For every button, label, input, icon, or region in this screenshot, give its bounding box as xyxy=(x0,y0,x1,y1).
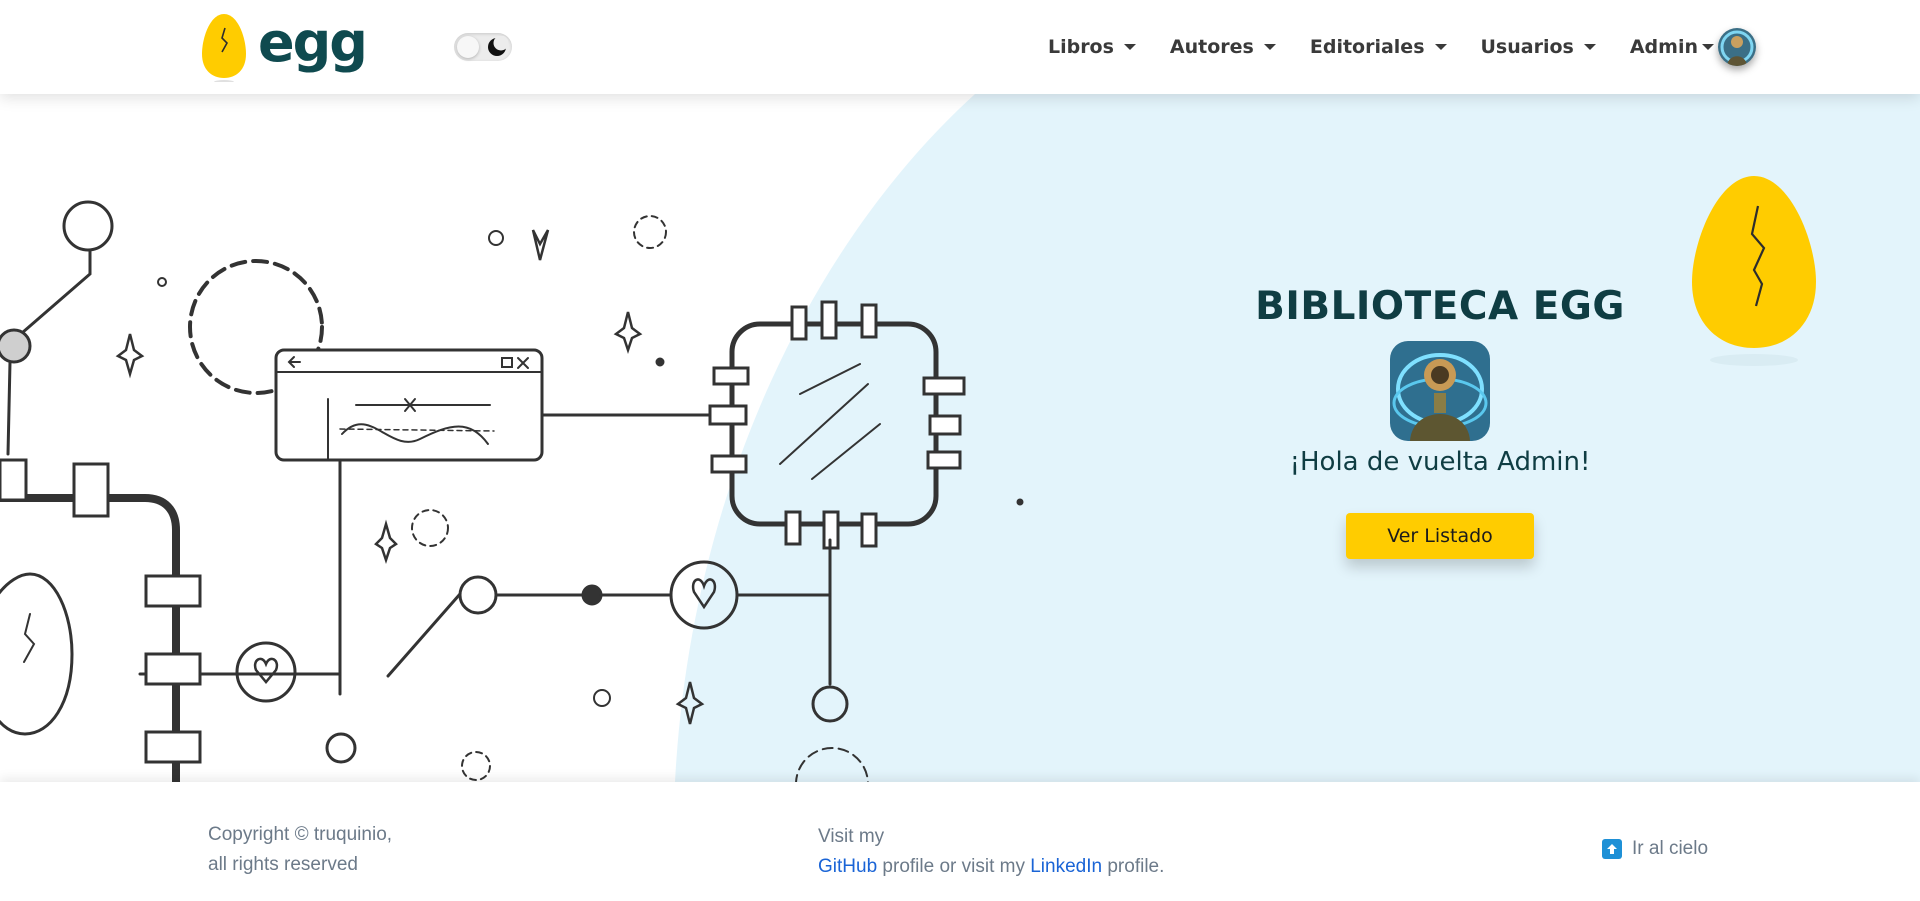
brand-logo[interactable]: egg xyxy=(200,10,368,84)
hero-content: BIBLIOTECA EGG ¡Hola de vuelta Admin! Ve… xyxy=(1240,284,1640,559)
github-link[interactable]: GitHub xyxy=(818,856,877,877)
egg-illustration-icon xyxy=(1692,176,1816,366)
arrow-up-icon xyxy=(1602,839,1622,859)
toggle-knob xyxy=(457,36,479,58)
visit-text: Visit my xyxy=(818,826,885,847)
chevron-down-icon xyxy=(1263,44,1276,50)
back-to-top-label: Ir al cielo xyxy=(1632,838,1709,859)
footer: Copyright © truquinio, all rights reserv… xyxy=(0,782,1920,901)
linkedin-link[interactable]: LinkedIn xyxy=(1030,856,1102,877)
avatar[interactable] xyxy=(1718,28,1756,66)
avatar xyxy=(1390,341,1490,441)
chevron-down-icon xyxy=(1583,44,1596,50)
page-title: BIBLIOTECA EGG xyxy=(1255,284,1625,329)
brand-name: egg xyxy=(258,11,368,74)
navbar: egg Libros Autores Editoriales Usuarios … xyxy=(0,0,1920,94)
chevron-down-icon xyxy=(1123,44,1136,50)
theme-toggle[interactable] xyxy=(454,33,512,61)
copyright-line2: all rights reserved xyxy=(208,854,358,875)
egg-logo-icon xyxy=(202,14,246,82)
menu-autores-label: Autores xyxy=(1169,36,1254,58)
social-links: Visit my GitHub profile or visit my Link… xyxy=(818,822,1164,882)
welcome-message: ¡Hola de vuelta Admin! xyxy=(1289,447,1591,477)
user-menu-label: Admin xyxy=(1629,36,1698,58)
user-menu[interactable]: Admin xyxy=(1630,28,1756,66)
copyright: Copyright © truquinio, all rights reserv… xyxy=(208,820,392,880)
menu-usuarios-label: Usuarios xyxy=(1480,36,1574,58)
copyright-line1: Copyright © truquinio, xyxy=(208,824,393,845)
menu-editoriales[interactable]: Editoriales xyxy=(1310,36,1447,58)
back-to-top-link[interactable]: Ir al cielo xyxy=(1602,838,1708,860)
chevron-down-icon xyxy=(1702,44,1714,50)
social-end-text: profile. xyxy=(1102,856,1165,877)
ver-listado-button[interactable]: Ver Listado xyxy=(1346,513,1534,559)
moon-icon xyxy=(488,36,508,56)
main-menu: Libros Autores Editoriales Usuarios Admi… xyxy=(1014,26,1756,68)
hero-section: BIBLIOTECA EGG ¡Hola de vuelta Admin! Ve… xyxy=(0,94,1920,782)
social-links-line: GitHub profile or visit my LinkedIn prof… xyxy=(818,852,1164,882)
menu-libros[interactable]: Libros xyxy=(1048,36,1136,58)
menu-editoriales-label: Editoriales xyxy=(1309,36,1425,58)
menu-libros-label: Libros xyxy=(1047,36,1114,58)
menu-autores[interactable]: Autores xyxy=(1170,36,1276,58)
circuit-sketch-illustration xyxy=(0,200,1024,782)
social-middle-text: profile or visit my xyxy=(877,856,1031,877)
chevron-down-icon xyxy=(1434,44,1447,50)
menu-usuarios[interactable]: Usuarios xyxy=(1481,36,1596,58)
